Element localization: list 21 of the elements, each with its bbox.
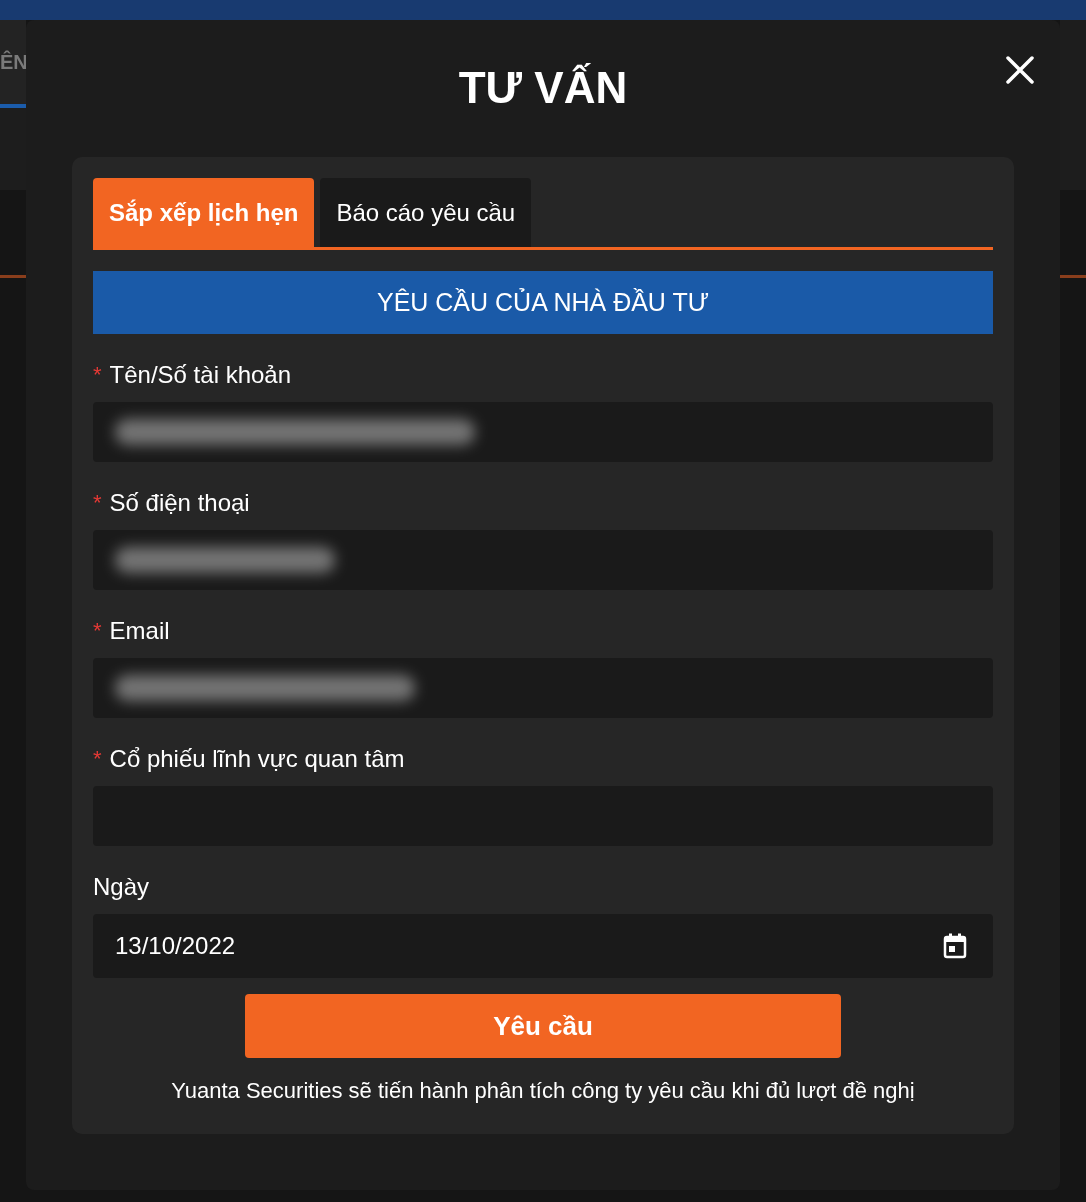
field-label: Ngày [93,872,150,902]
input-field[interactable] [93,402,993,462]
field-label: Số điện thoại [109,488,250,518]
required-mark: * [93,745,102,773]
required-mark: * [93,361,102,389]
required-mark: * [93,489,102,517]
nav-tab-text: ÊN [0,50,26,74]
dialog-title: TƯ VẤN [458,62,628,114]
section-banner: YÊU CẦU CỦA NHÀ ĐẦU TƯ [93,271,993,334]
date-field[interactable]: 13/10/2022 [93,914,993,978]
field-label: Cổ phiếu lĩnh vực quan tâm [109,744,405,774]
close-icon [1006,56,1034,84]
input-field[interactable] [93,530,993,590]
tab[interactable]: Báo cáo yêu cầu [320,178,532,247]
field-label: Tên/Số tài khoản [109,360,291,390]
date-value: 13/10/2022 [115,932,236,960]
info-note: Yuanta Securities sẽ tiến hành phân tích công ty yêu cầu khi đủ lượt đề nghị [170,1078,916,1104]
required-mark: * [93,617,102,645]
field-label: Email [109,616,170,646]
calendar-icon[interactable] [943,933,967,959]
input-field[interactable] [93,658,993,718]
